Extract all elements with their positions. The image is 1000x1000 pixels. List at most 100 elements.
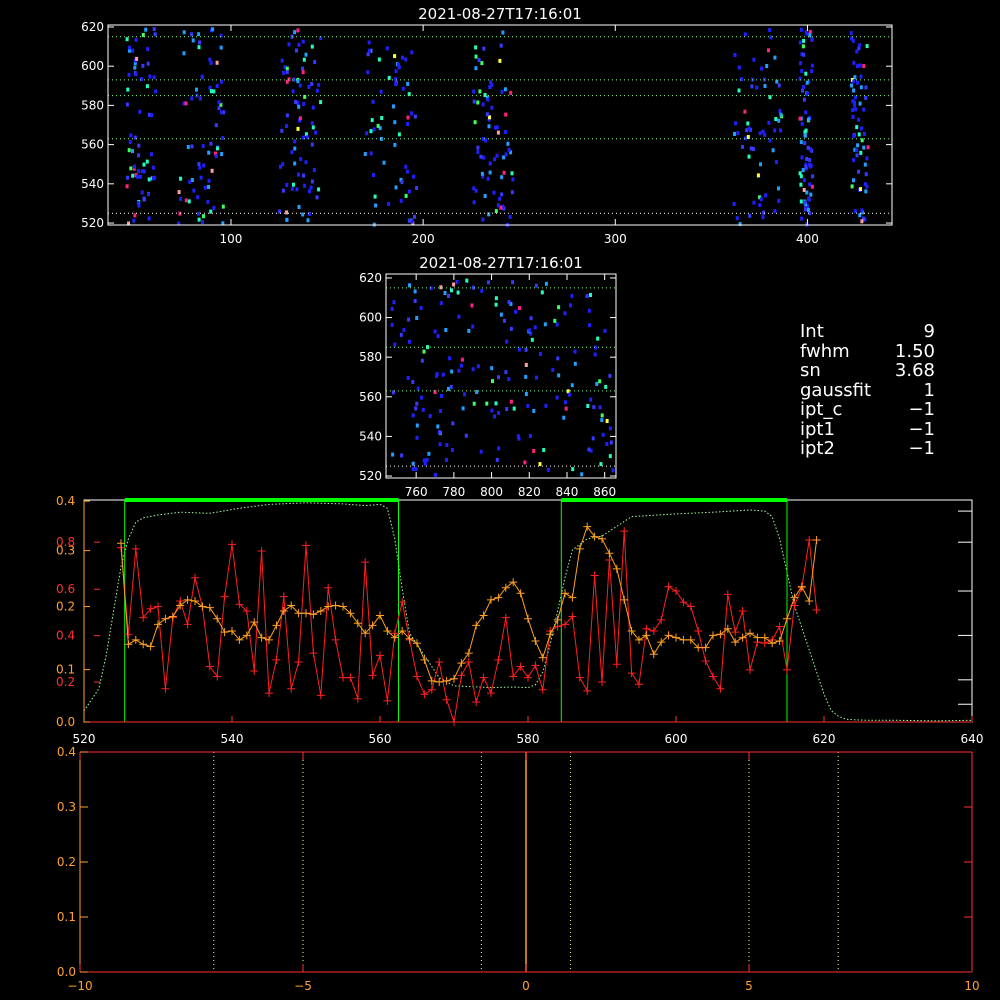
heatmap-pixel (479, 449, 483, 454)
heatmap-pixel (509, 399, 513, 404)
heatmap-pixel (855, 153, 859, 158)
heatmap-pixel (201, 144, 205, 149)
heatmap-pixel (200, 75, 204, 80)
data-marker (746, 629, 754, 638)
heatmap-pixel (457, 314, 461, 319)
heatmap-pixel (371, 99, 375, 104)
heatmap-pixel (493, 414, 496, 419)
heatmap-pixel (524, 347, 528, 352)
heatmap-pixel (407, 218, 411, 223)
heatmap-pixel (530, 337, 534, 342)
heatmap-pixel (293, 146, 297, 151)
y-tick-label: 0.1 (57, 910, 76, 924)
heatmap-pixel (485, 112, 489, 117)
data-marker (805, 597, 814, 606)
heatmap-pixel (749, 146, 753, 151)
heatmap-pixel (555, 322, 559, 327)
heatmap-pixel (191, 38, 195, 43)
heatmap-pixel (435, 372, 439, 376)
heatmap-pixel (804, 71, 808, 76)
data-marker (672, 633, 680, 642)
heatmap-pixel (859, 85, 863, 90)
x-tick-label: 580 (517, 732, 540, 746)
heatmap-pixel (476, 100, 480, 105)
heatmap-pixel (128, 140, 132, 145)
data-marker (635, 680, 643, 689)
y-tick-label: 600 (81, 59, 104, 73)
heatmap-pixel (415, 186, 419, 190)
heatmap-pixel (801, 168, 805, 173)
heatmap-pixel (863, 182, 867, 187)
heatmap-pixel (502, 170, 506, 175)
heatmap-pixel (444, 328, 448, 332)
heatmap-pixel (214, 154, 218, 159)
x-tick-label: 800 (480, 485, 503, 499)
heatmap-pixel (482, 46, 486, 51)
heatmap-pixel (425, 457, 429, 462)
data-marker (198, 602, 207, 611)
heatmap-pixel (464, 433, 468, 438)
heatmap-pixel (853, 100, 856, 105)
heatmap-pixel (187, 199, 191, 204)
heatmap-pixel (761, 215, 765, 220)
heatmap-pixel (605, 442, 609, 446)
heatmap-pixel (390, 306, 394, 311)
heatmap-pixel (488, 170, 492, 175)
heatmap-pixel (804, 110, 808, 115)
heatmap-pixel (140, 77, 144, 82)
heatmap-pixel (733, 53, 737, 57)
heatmap-pixel (588, 323, 591, 328)
heatmap-pixel (496, 203, 500, 208)
heatmap-pixel (799, 27, 803, 32)
heatmap-pixel (209, 89, 213, 94)
heatmap-pixel (538, 462, 542, 467)
heatmap-pixel (498, 58, 502, 63)
heatmap-pixel (535, 375, 538, 380)
heatmap-pixel (733, 132, 736, 136)
param-row: ipt1 −1 (800, 419, 935, 440)
data-marker (627, 669, 636, 678)
heatmap-pixel (853, 209, 857, 214)
heatmap-pixel (474, 45, 478, 50)
data-marker (205, 603, 214, 612)
data-marker (812, 605, 821, 614)
heatmap-pixel (413, 214, 416, 219)
heatmap-pixel (297, 172, 300, 177)
heatmap-pixel (125, 102, 129, 107)
heatmap-pixel (598, 405, 602, 410)
heatmap-pixel (769, 35, 773, 40)
heatmap-pixel (859, 187, 862, 192)
data-marker (753, 633, 762, 642)
heatmap-pixel (134, 72, 138, 77)
heatmap-pixel (490, 408, 494, 413)
fit-parameters-panel: Int 9 fwhm 1.50 sn 3.68 gaussfit 1 ipt_c −1 ipt1 −1… (800, 322, 935, 459)
heatmap-pixel (862, 107, 866, 112)
heatmap-pixel (746, 121, 750, 126)
heatmap-pixel (762, 210, 765, 215)
heatmap-pixel (476, 150, 480, 155)
heatmap-pixel (197, 217, 201, 222)
heatmap-pixel (480, 288, 484, 293)
heatmap-pixel (511, 280, 515, 285)
heatmap-pixel (202, 214, 205, 219)
param-value: 9 (923, 321, 935, 342)
heatmap-pixel (804, 128, 808, 133)
heatmap-pixel (495, 125, 499, 130)
heatmap-pixel (555, 395, 559, 400)
heatmap-pixel (411, 413, 415, 418)
heatmap-pixel (150, 152, 153, 157)
data-marker (487, 595, 495, 604)
y-tick-label: 0.6 (56, 582, 75, 596)
x-tick-label: 540 (221, 732, 244, 746)
data-marker (649, 626, 658, 635)
heatmap-pixel (314, 130, 318, 135)
heatmap-pixel (370, 118, 374, 123)
heatmap-pixel (439, 285, 443, 290)
data-marker (183, 595, 192, 604)
heatmap-pixel (198, 96, 202, 101)
heatmap-pixel (216, 146, 219, 151)
y-tick-label: 0.4 (56, 629, 75, 643)
heatmap-pixel (393, 54, 397, 59)
data-marker (257, 547, 266, 556)
heatmap-pixel (860, 208, 864, 213)
